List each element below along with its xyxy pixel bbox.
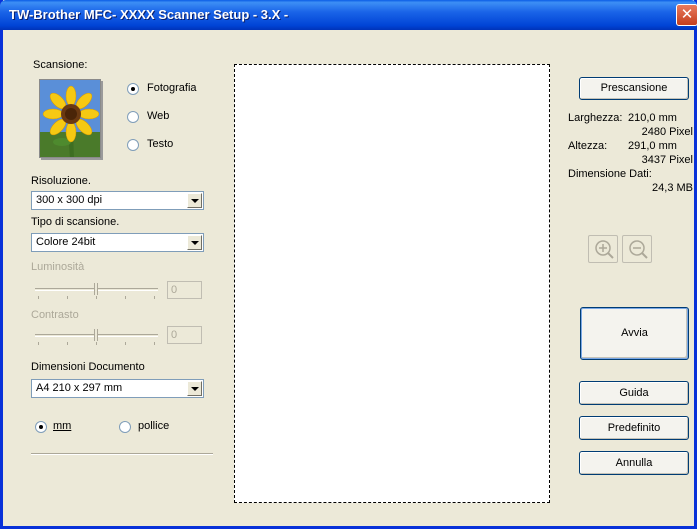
unit-mm-radio[interactable] bbox=[35, 421, 47, 433]
photo-text: Fotografia bbox=[147, 82, 197, 94]
scan-option-photo-radio[interactable] bbox=[127, 83, 139, 95]
brightness-value: 0 bbox=[167, 281, 202, 299]
brightness-label: Luminosità bbox=[31, 261, 85, 273]
chevron-down-icon[interactable] bbox=[187, 381, 202, 396]
scan-type-value: Colore 24bit bbox=[36, 236, 96, 248]
close-icon[interactable]: ✕ bbox=[676, 4, 697, 26]
document-size-label: Dimensioni Documento bbox=[31, 361, 145, 373]
zoom-in-icon[interactable] bbox=[588, 235, 618, 263]
brightness-tick bbox=[125, 296, 126, 299]
start-button[interactable]: Avvia bbox=[580, 307, 689, 360]
scan-option-text-radio[interactable] bbox=[127, 139, 139, 151]
scan-option-photo-label: Fotografia bbox=[147, 82, 197, 94]
title-bar[interactable]: TW-Brother MFC- XXXX Scanner Setup - 3.X… bbox=[0, 0, 697, 30]
scan-option-text-label: Testo bbox=[147, 138, 174, 150]
contrast-tick bbox=[38, 342, 39, 345]
scan-label: Scansione: bbox=[33, 59, 88, 71]
unit-inch-label: pollice bbox=[138, 420, 170, 432]
height-mm-value: 291,0 mm bbox=[628, 140, 677, 152]
resolution-label: Risoluzione. bbox=[31, 175, 91, 187]
default-button[interactable]: Predefinito bbox=[579, 416, 689, 440]
document-size-value: A4 210 x 297 mm bbox=[36, 382, 123, 394]
brightness-tick bbox=[67, 296, 68, 299]
prescan-button[interactable]: Prescansione bbox=[579, 77, 689, 100]
width-label: Larghezza: bbox=[568, 112, 623, 124]
window-title: TW-Brother MFC- XXXX Scanner Setup - 3.X… bbox=[9, 7, 289, 22]
width-pixel-value: 2480 Pixel bbox=[641, 126, 693, 138]
contrast-tick bbox=[154, 342, 155, 345]
brightness-tick bbox=[96, 296, 97, 299]
scan-option-web-radio[interactable] bbox=[127, 111, 139, 123]
separator bbox=[31, 453, 213, 455]
contrast-tick bbox=[67, 342, 68, 345]
help-button[interactable]: Guida bbox=[579, 381, 689, 405]
contrast-label: Contrasto bbox=[31, 309, 79, 321]
sunflower-photo-icon bbox=[39, 79, 101, 158]
brightness-slider-thumb[interactable] bbox=[94, 283, 98, 295]
data-size-label: Dimensione Dati: bbox=[568, 168, 652, 180]
scan-option-web-label: Web bbox=[147, 110, 170, 122]
unit-mm-label: mm bbox=[53, 420, 72, 432]
data-size-value: 24,3 MB bbox=[652, 182, 693, 194]
resolution-value: 300 x 300 dpi bbox=[36, 194, 103, 206]
unit-inch-radio[interactable] bbox=[119, 421, 131, 433]
width-mm-value: 210,0 mm bbox=[628, 112, 677, 124]
height-pixel-value: 3437 Pixel bbox=[641, 154, 693, 166]
chevron-down-icon[interactable] bbox=[187, 235, 202, 250]
height-label: Altezza: bbox=[568, 140, 608, 152]
contrast-tick bbox=[125, 342, 126, 345]
scan-type-label: Tipo di scansione. bbox=[31, 216, 120, 228]
scanner-setup-window: TW-Brother MFC- XXXX Scanner Setup - 3.X… bbox=[0, 0, 697, 529]
scan-type-select[interactable]: Colore 24bit bbox=[31, 233, 204, 252]
cancel-button[interactable]: Annulla bbox=[579, 451, 689, 475]
brightness-tick bbox=[38, 296, 39, 299]
contrast-tick bbox=[96, 342, 97, 345]
chevron-down-icon[interactable] bbox=[187, 193, 202, 208]
contrast-slider-thumb[interactable] bbox=[94, 329, 98, 341]
document-size-select[interactable]: A4 210 x 297 mm bbox=[31, 379, 204, 398]
brightness-tick bbox=[154, 296, 155, 299]
zoom-out-icon[interactable] bbox=[622, 235, 652, 263]
contrast-value: 0 bbox=[167, 326, 202, 344]
resolution-select[interactable]: 300 x 300 dpi bbox=[31, 191, 204, 210]
scan-preview-area[interactable] bbox=[234, 64, 550, 503]
